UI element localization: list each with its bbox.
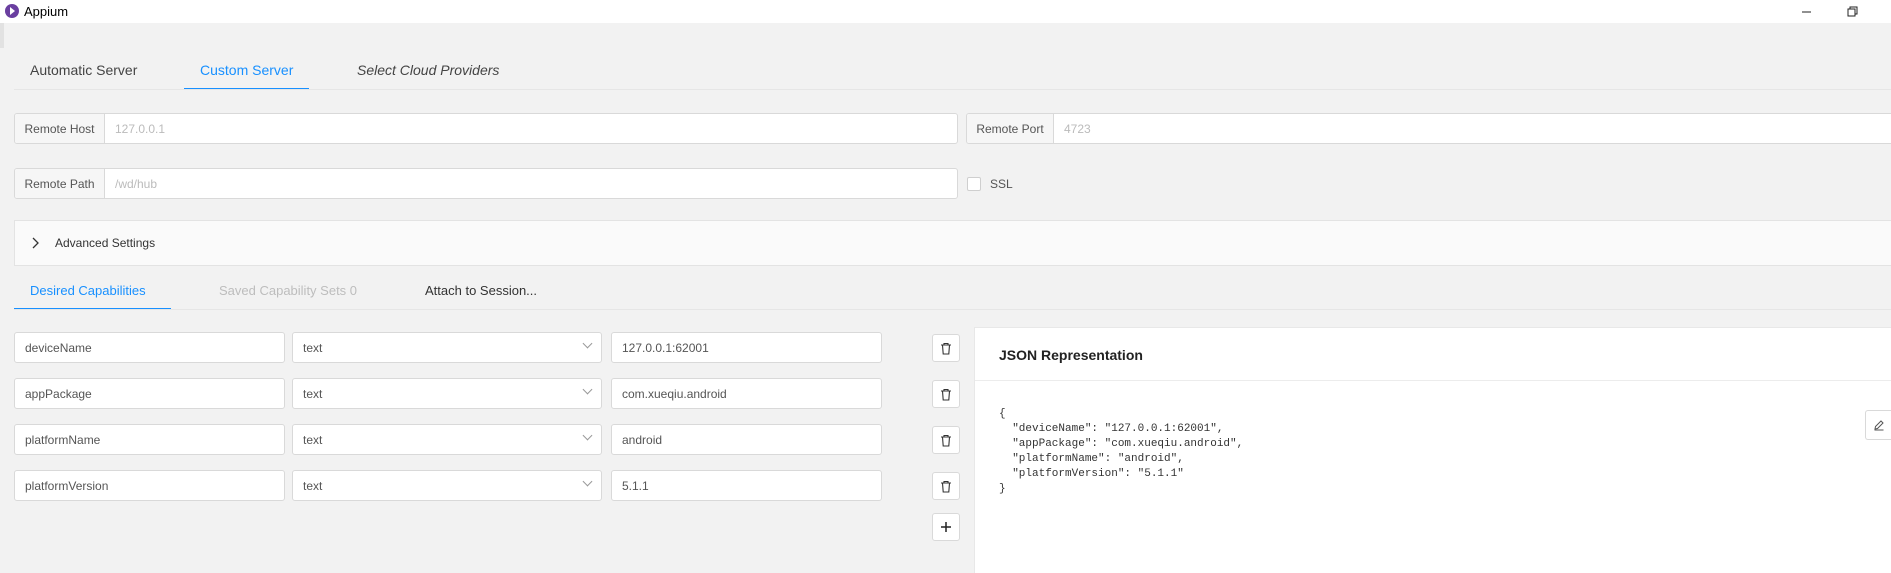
remote-path-label: Remote Path — [15, 169, 105, 198]
capability-type-value: text — [303, 478, 323, 493]
capability-name-input[interactable]: deviceName — [14, 332, 285, 363]
json-panel-title: JSON Representation — [999, 347, 1143, 363]
json-code: { "deviceName": "127.0.0.1:62001", "appP… — [999, 408, 1244, 495]
delete-capability-button[interactable] — [932, 472, 960, 500]
remote-port-label: Remote Port — [967, 114, 1054, 143]
remote-port-group: Remote Port 4723 — [966, 113, 1891, 144]
chevron-down-icon — [582, 430, 593, 441]
window-title: Appium — [24, 4, 69, 19]
remote-host-label: Remote Host — [15, 114, 105, 143]
plus-icon — [941, 522, 951, 532]
tab-attach-to-session[interactable]: Attach to Session... — [425, 283, 537, 298]
tab-divider — [14, 89, 1891, 90]
capability-type-select[interactable]: text — [292, 424, 602, 455]
window-edge — [0, 23, 4, 48]
remote-path-input[interactable]: /wd/hub — [105, 169, 957, 198]
capability-name-input[interactable]: appPackage — [14, 378, 285, 409]
tab-automatic-server[interactable]: Automatic Server — [30, 62, 137, 78]
tab-select-cloud-providers[interactable]: Select Cloud Providers — [357, 62, 499, 78]
pencil-icon — [1873, 420, 1884, 431]
ssl-label: SSL — [990, 177, 1013, 191]
trash-icon — [941, 388, 951, 401]
session-tab-divider — [14, 309, 1891, 310]
capability-value-input[interactable]: com.xueqiu.android — [611, 378, 882, 409]
chevron-down-icon — [582, 476, 593, 487]
add-capability-button[interactable] — [932, 513, 960, 541]
tab-desired-capabilities[interactable]: Desired Capabilities — [30, 283, 146, 298]
tab-custom-server[interactable]: Custom Server — [200, 62, 293, 78]
capability-name-input[interactable]: platformName — [14, 424, 285, 455]
title-bar — [0, 0, 1891, 23]
trash-icon — [941, 342, 951, 355]
appium-logo-icon — [5, 4, 19, 18]
restore-icon[interactable] — [1829, 0, 1875, 23]
chevron-right-icon[interactable] — [31, 236, 41, 253]
remote-port-input[interactable]: 4723 — [1054, 114, 1891, 143]
delete-capability-button[interactable] — [932, 334, 960, 362]
minimize-icon[interactable] — [1783, 0, 1829, 23]
remote-host-input[interactable]: 127.0.0.1 — [105, 114, 957, 143]
capability-type-value: text — [303, 432, 323, 447]
edit-json-button[interactable] — [1865, 410, 1891, 440]
delete-capability-button[interactable] — [932, 380, 960, 408]
advanced-settings-label: Advanced Settings — [55, 236, 156, 250]
advanced-settings-panel[interactable] — [14, 220, 1891, 266]
capability-value-input[interactable]: 127.0.0.1:62001 — [611, 332, 882, 363]
trash-icon — [941, 480, 951, 493]
delete-capability-button[interactable] — [932, 426, 960, 454]
trash-icon — [941, 434, 951, 447]
json-panel-divider — [975, 380, 1891, 381]
capability-type-value: text — [303, 340, 323, 355]
capability-type-select[interactable]: text — [292, 332, 602, 363]
remote-path-group: Remote Path /wd/hub — [14, 168, 958, 199]
capability-value-input[interactable]: android — [611, 424, 882, 455]
capability-type-value: text — [303, 386, 323, 401]
remote-host-group: Remote Host 127.0.0.1 — [14, 113, 958, 144]
chevron-down-icon — [582, 384, 593, 395]
chevron-down-icon — [582, 338, 593, 349]
ssl-checkbox[interactable] — [967, 177, 981, 191]
capability-type-select[interactable]: text — [292, 378, 602, 409]
tab-saved-capability-sets[interactable]: Saved Capability Sets 0 — [219, 283, 357, 298]
capability-name-input[interactable]: platformVersion — [14, 470, 285, 501]
capability-type-select[interactable]: text — [292, 470, 602, 501]
capability-value-input[interactable]: 5.1.1 — [611, 470, 882, 501]
